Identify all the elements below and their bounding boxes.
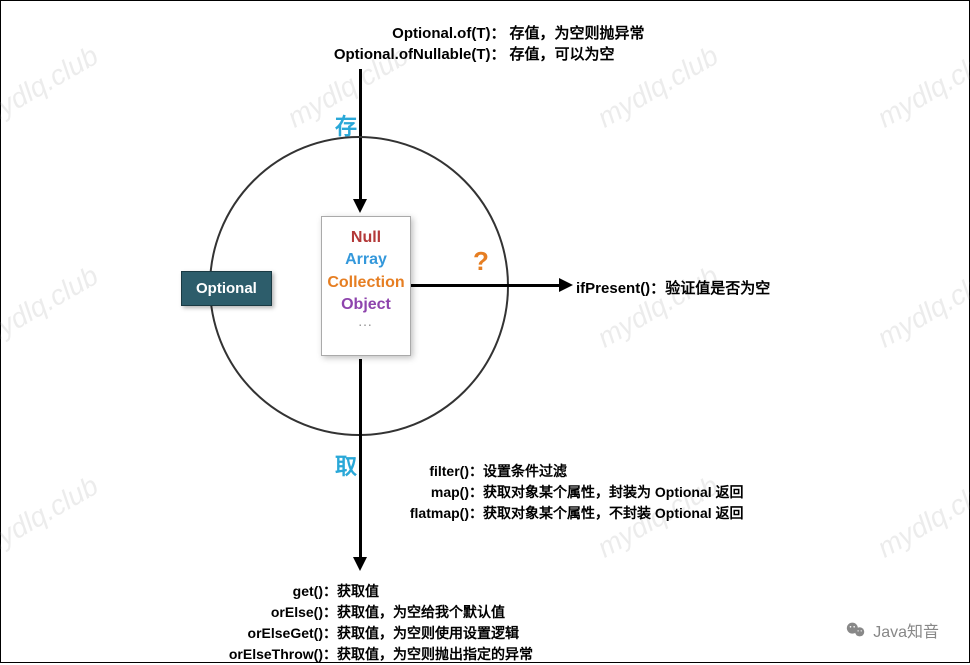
arrow-right-head (559, 278, 573, 292)
top-row: Optional.of(T)：存值，为空则抛异常 (325, 23, 644, 44)
method-label: orElse()： (209, 602, 337, 623)
method-label: orElseGet()： (209, 623, 337, 644)
arrow-bottom (359, 359, 362, 559)
take-label: 取 (335, 449, 357, 481)
brand-text: Java知音 (873, 618, 939, 642)
watermark: mydlq.club (872, 40, 970, 135)
method-desc: 存值，为空则抛异常 (509, 25, 644, 42)
method-desc: 获取值，为空则使用设置逻辑 (337, 625, 519, 641)
top-row: Optional.ofNullable(T)：存值，可以为空 (325, 44, 644, 65)
method-label: ifPresent()： (576, 280, 665, 297)
watermark: mydlq.club (0, 40, 104, 135)
middle-methods: filter()：设置条件过滤 map()：获取对象某个属性，封装为 Optio… (401, 461, 744, 524)
content-array: Array (322, 249, 410, 271)
content-box: Null Array Collection Object ... (321, 216, 411, 356)
method-label: get()： (209, 581, 337, 602)
wechat-icon (845, 619, 867, 641)
content-null: Null (322, 227, 410, 249)
top-methods: Optional.of(T)：存值，为空则抛异常 Optional.ofNull… (325, 23, 644, 65)
watermark: mydlq.club (872, 470, 970, 565)
method-desc: 获取值，为空则抛出指定的异常 (337, 646, 533, 662)
watermark: mydlq.club (0, 260, 104, 355)
method-desc: 存值，可以为空 (509, 46, 614, 63)
method-desc: 验证值是否为空 (665, 280, 770, 297)
content-dots: ... (322, 317, 410, 331)
method-label: Optional.ofNullable(T)： (325, 44, 505, 65)
ifpresent-text: ifPresent()：验证值是否为空 (576, 277, 770, 298)
method-label: orElseThrow()： (209, 644, 337, 665)
method-desc: 获取对象某个属性，不封装 Optional 返回 (483, 505, 744, 521)
question-mark: ? (473, 246, 489, 277)
method-desc: 设置条件过滤 (483, 463, 567, 479)
watermark: mydlq.club (0, 470, 104, 565)
method-label: map()： (401, 482, 483, 503)
method-label: filter()： (401, 461, 483, 482)
watermark: mydlq.club (872, 260, 970, 355)
method-label: Optional.of(T)： (325, 23, 505, 44)
bottom-methods: get()：获取值 orElse()：获取值，为空给我个默认值 orElseGe… (209, 581, 533, 665)
footer-brand: Java知音 (845, 618, 939, 642)
method-desc: 获取值 (337, 583, 379, 599)
content-collection: Collection (322, 272, 410, 294)
optional-badge: Optional (181, 271, 272, 306)
arrow-bottom-head (353, 557, 367, 571)
method-desc: 获取值，为空给我个默认值 (337, 604, 505, 620)
arrow-right (411, 284, 561, 287)
method-desc: 获取对象某个属性，封装为 Optional 返回 (483, 484, 744, 500)
method-label: flatmap()： (401, 503, 483, 524)
content-object: Object (322, 294, 410, 316)
watermark: mydlq.club (592, 260, 724, 355)
